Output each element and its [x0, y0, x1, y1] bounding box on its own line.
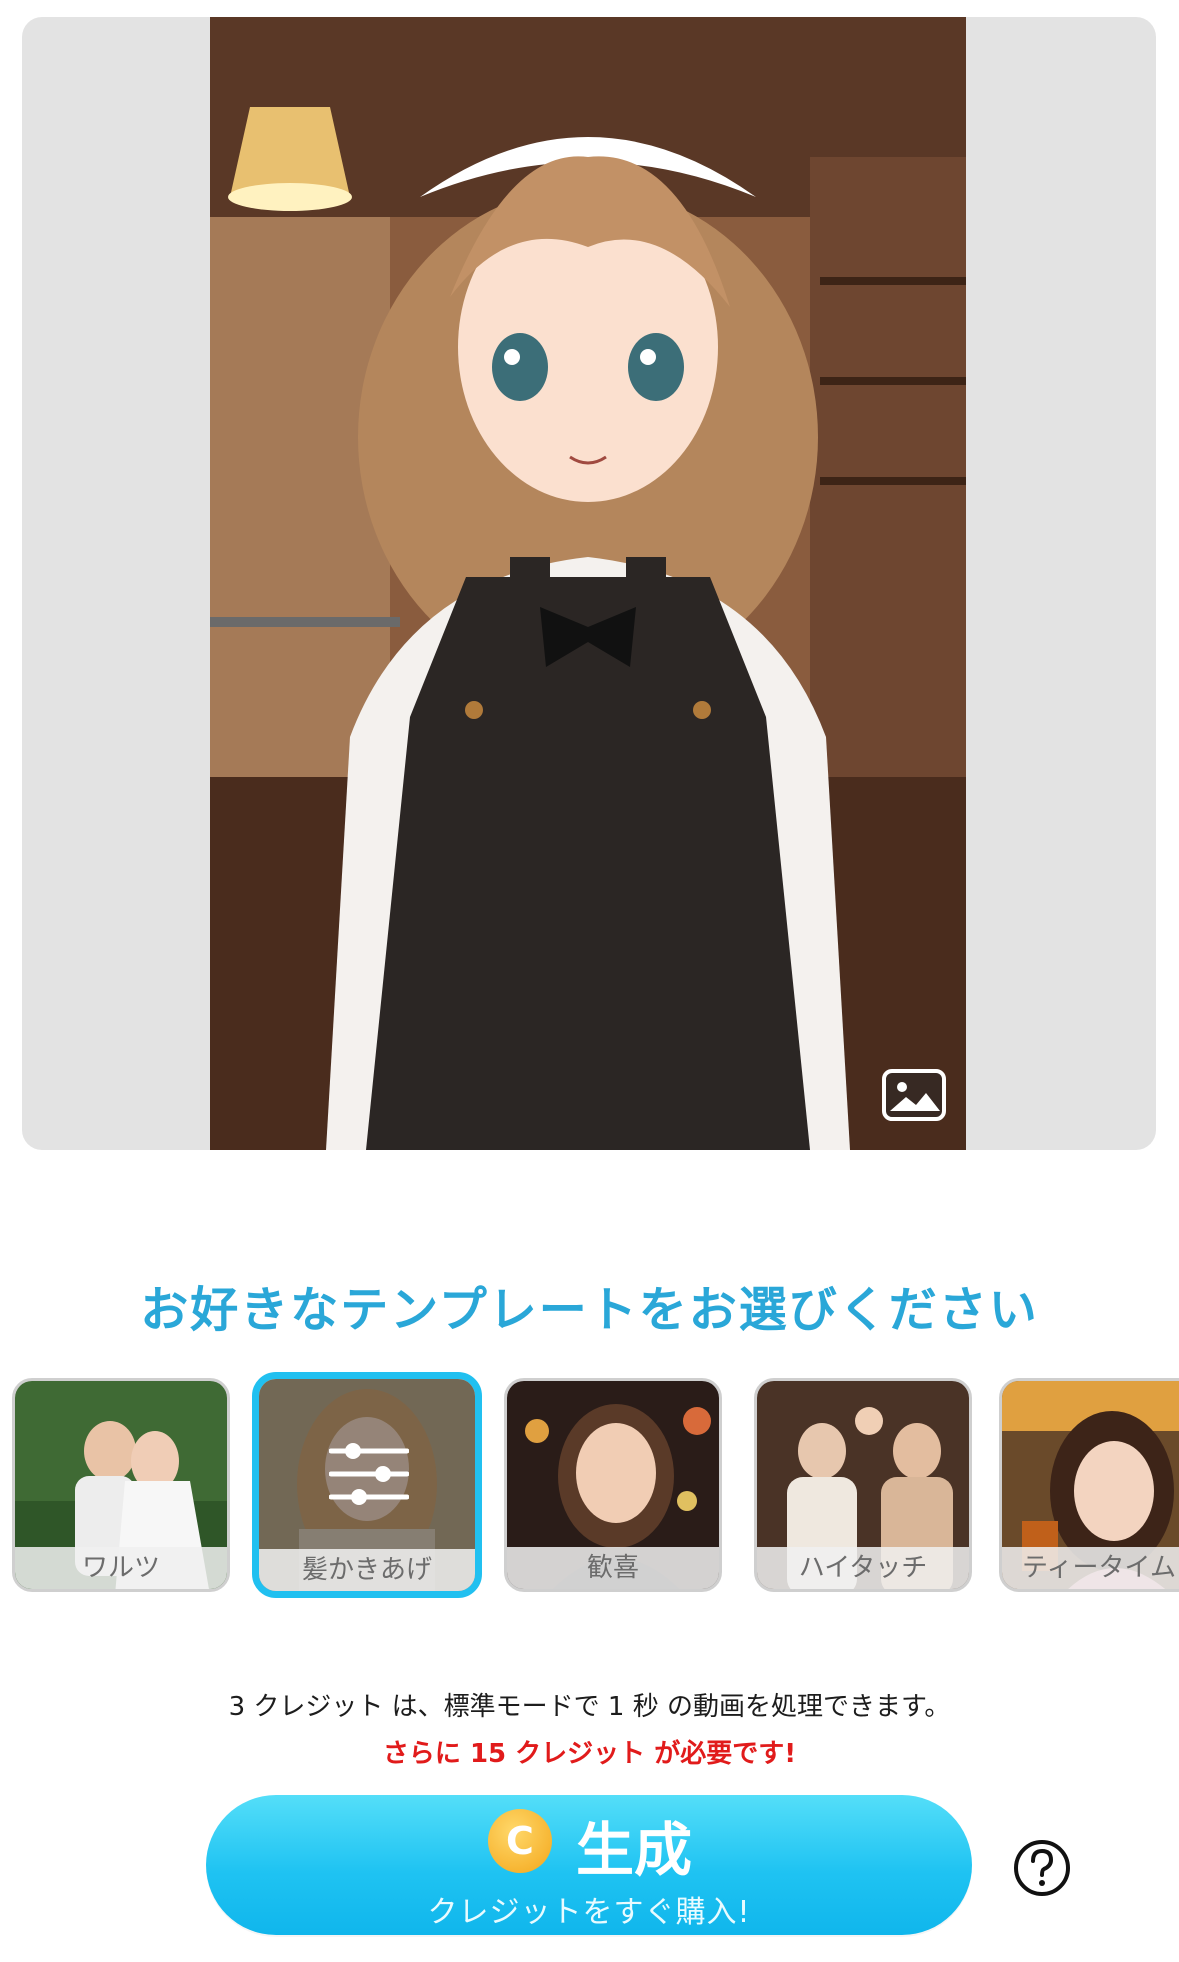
generate-button[interactable]: C 生成 クレジットをすぐ購入! — [206, 1795, 972, 1935]
credit-warning-text: さらに 15 クレジット が必要です! — [382, 1739, 797, 1769]
template-prompt-title: お好きなテンプレートをお選びください — [140, 1282, 1039, 1338]
preview-card — [22, 17, 1156, 1150]
image-icon[interactable] — [882, 1069, 946, 1121]
template-waltz[interactable]: ワルツ — [12, 1378, 230, 1592]
template-label: ティータイム — [1002, 1547, 1179, 1589]
buy-credits-label: クレジットをすぐ購入! — [427, 1895, 751, 1930]
preview-image[interactable] — [210, 17, 966, 1150]
generate-label: 生成 — [576, 1816, 693, 1884]
template-label: ハイタッチ — [757, 1547, 969, 1589]
credit-coin-icon: C — [488, 1809, 552, 1873]
template-carousel[interactable]: ワルツ 髪かきあげ 歓喜 ハイタッチ ティータイム — [12, 1372, 1179, 1598]
template-label: ワルツ — [15, 1547, 227, 1589]
template-joy[interactable]: 歓喜 — [504, 1378, 722, 1592]
template-high-five[interactable]: ハイタッチ — [754, 1378, 972, 1592]
template-tea-time[interactable]: ティータイム — [999, 1378, 1179, 1592]
template-label: 歓喜 — [507, 1547, 719, 1589]
template-hair-sweep[interactable]: 髪かきあげ — [252, 1372, 482, 1598]
sliders-icon — [329, 1443, 409, 1505]
question-circle-icon[interactable] — [1012, 1838, 1072, 1898]
credit-info-text: 3 クレジット は、標準モードで 1 秒 の動画を処理できます。 — [228, 1692, 951, 1722]
template-label: 髪かきあげ — [259, 1549, 475, 1591]
